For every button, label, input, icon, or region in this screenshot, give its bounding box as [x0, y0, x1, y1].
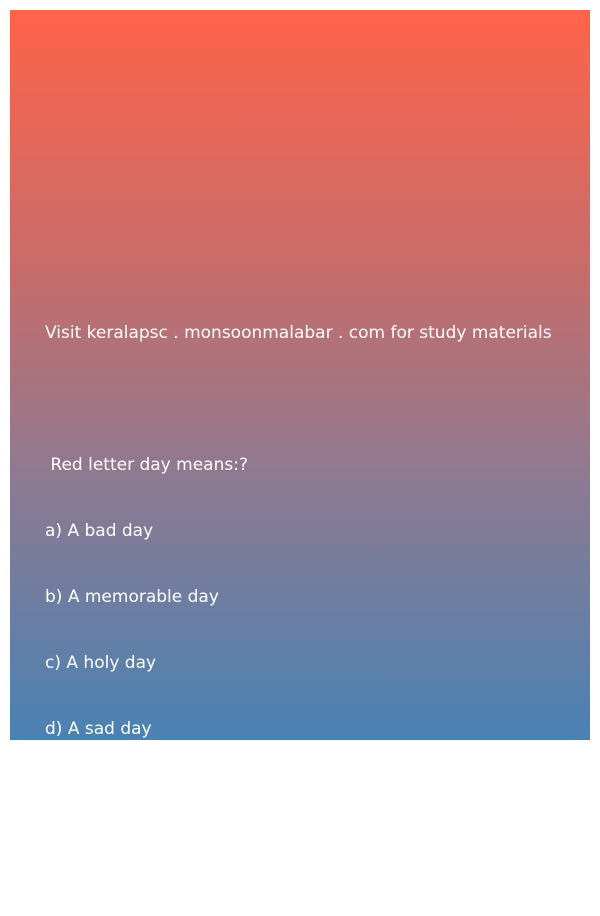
option-c: c) A holy day — [45, 653, 157, 673]
question-text: Red letter day means:? — [45, 455, 248, 475]
answer-text: Answer: A memorable day — [45, 851, 270, 871]
card-content: Visit keralapsc . monsoonmalabar . com f… — [45, 278, 585, 916]
option-a: a) A bad day — [45, 521, 154, 541]
option-d: d) A sad day — [45, 719, 152, 739]
promo-text: Visit keralapsc . monsoonmalabar . com f… — [45, 323, 552, 343]
question-card: Visit keralapsc . monsoonmalabar . com f… — [10, 10, 590, 871]
option-b: b) A memorable day — [45, 587, 219, 607]
